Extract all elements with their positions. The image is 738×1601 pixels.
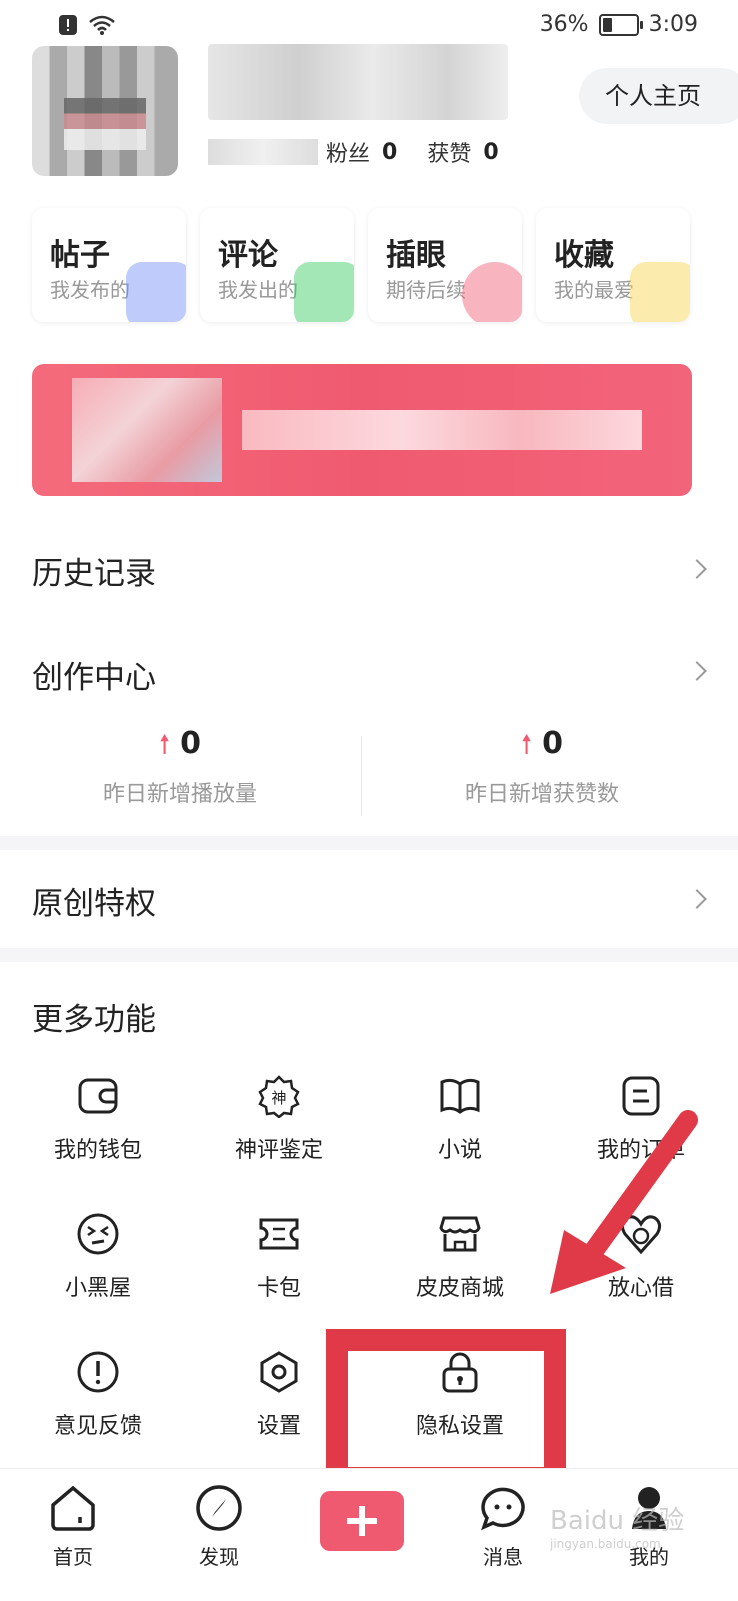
followers-count: 0	[382, 139, 398, 165]
watermark-logo: Baidu 经验 jingyan.baidu.com	[550, 1506, 685, 1551]
feature-novel[interactable]: 小说	[370, 1074, 550, 1164]
history-row[interactable]: 历史记录	[32, 548, 156, 593]
feature-shen-ping[interactable]: 神 神评鉴定	[189, 1074, 369, 1164]
status-right: 36% 3:09	[540, 12, 698, 37]
tab-messages[interactable]: 消息	[458, 1483, 548, 1570]
banner-image-blurred	[72, 378, 222, 482]
card-subtitle: 我发出的	[218, 278, 298, 302]
card-title: 评论	[218, 238, 278, 273]
metric-label: 昨日新增获赞数	[464, 782, 619, 807]
card-subtitle: 期待后续	[386, 278, 466, 302]
feature-feedback[interactable]: 意见反馈	[8, 1350, 188, 1440]
exclamation-icon	[77, 1351, 119, 1393]
tab-label: 发现	[199, 1545, 239, 1569]
likes-label: 获赞	[427, 142, 472, 167]
notification-icon	[59, 15, 77, 35]
avatar[interactable]	[32, 46, 178, 176]
feature-label: 小黑屋	[64, 1276, 131, 1301]
card-posts[interactable]: 帖子 我发布的	[32, 208, 186, 322]
posts-icon	[126, 262, 186, 322]
wifi-icon	[89, 15, 115, 35]
section-gap	[0, 836, 738, 850]
message-bubble-icon	[481, 1487, 525, 1531]
feature-card-pack[interactable]: 卡包	[189, 1212, 369, 1302]
tab-home[interactable]: 首页	[28, 1483, 118, 1570]
following-blurred	[208, 139, 318, 165]
profile-stats: 粉丝 0 获赞 0	[208, 136, 529, 168]
card-pack-icon	[259, 1218, 299, 1250]
arrow-annotation-icon	[550, 1110, 698, 1294]
divider	[361, 736, 362, 816]
battery-percent: 36%	[539, 12, 589, 37]
chevron-right-icon	[687, 889, 707, 909]
original-privilege-row[interactable]: 原创特权	[32, 878, 156, 923]
card-title: 帖子	[50, 238, 110, 273]
store-icon	[439, 1216, 481, 1252]
likes-count: 0	[483, 139, 499, 165]
section-gap	[0, 948, 738, 962]
status-left-icons	[58, 14, 116, 36]
creation-center-row[interactable]: 创作中心	[32, 652, 156, 697]
metric-value: 0	[180, 726, 202, 761]
feature-label: 卡包	[256, 1276, 301, 1301]
profile-home-button[interactable]: 个人主页	[579, 68, 738, 124]
compass-icon	[196, 1485, 242, 1531]
clock: 3:09	[648, 12, 698, 37]
followers-label: 粉丝	[326, 142, 371, 167]
book-icon	[440, 1078, 480, 1114]
shen-badge-icon: 神	[258, 1075, 300, 1118]
feature-label: 神评鉴定	[234, 1138, 323, 1163]
up-arrow-icon: 🠕	[158, 730, 171, 760]
feature-label: 我的钱包	[53, 1138, 142, 1163]
star-icon	[630, 262, 690, 322]
metric-value: 0	[542, 726, 564, 761]
eye-icon	[462, 262, 522, 322]
tab-label: 首页	[53, 1545, 93, 1569]
battery-icon	[598, 13, 643, 36]
banner-text-blurred	[242, 410, 642, 450]
up-arrow-icon: 🠕	[520, 730, 533, 760]
feature-blackroom[interactable]: 小黑屋	[8, 1212, 188, 1302]
metric-likes: 🠕 0 昨日新增获赞数	[392, 726, 692, 808]
feature-label: 意见反馈	[53, 1414, 142, 1439]
highlight-box	[326, 1329, 566, 1489]
svg-text:神: 神	[271, 1089, 286, 1107]
create-post-button[interactable]	[320, 1491, 404, 1551]
metric-plays: 🠕 0 昨日新增播放量	[30, 726, 330, 808]
tab-discover[interactable]: 发现	[174, 1483, 264, 1570]
card-subtitle: 我发布的	[50, 278, 130, 302]
dizzy-face-icon	[77, 1213, 119, 1255]
chevron-right-icon	[687, 559, 707, 579]
metric-label: 昨日新增播放量	[102, 782, 257, 807]
comment-bubble-icon	[294, 262, 354, 322]
feature-wallet[interactable]: 我的钱包	[8, 1074, 188, 1164]
tab-label: 消息	[483, 1545, 523, 1569]
card-favorites[interactable]: 收藏 我的最爱	[536, 208, 690, 322]
feature-pipi-store[interactable]: 皮皮商城	[370, 1212, 550, 1302]
card-title: 收藏	[554, 238, 614, 273]
feature-label: 皮皮商城	[415, 1276, 504, 1301]
wallet-icon	[78, 1078, 118, 1114]
feature-label: 小说	[437, 1138, 482, 1163]
card-comments[interactable]: 评论 我发出的	[200, 208, 354, 322]
settings-hexagon-icon	[260, 1351, 298, 1393]
username-blurred	[208, 44, 508, 120]
chevron-right-icon	[687, 661, 707, 681]
promo-banner[interactable]	[32, 364, 692, 496]
more-features-title: 更多功能	[32, 1002, 156, 1038]
card-subtitle: 我的最爱	[554, 278, 634, 302]
home-icon	[51, 1485, 95, 1531]
card-title: 插眼	[386, 238, 446, 273]
card-bookmark-eye[interactable]: 插眼 期待后续	[368, 208, 522, 322]
